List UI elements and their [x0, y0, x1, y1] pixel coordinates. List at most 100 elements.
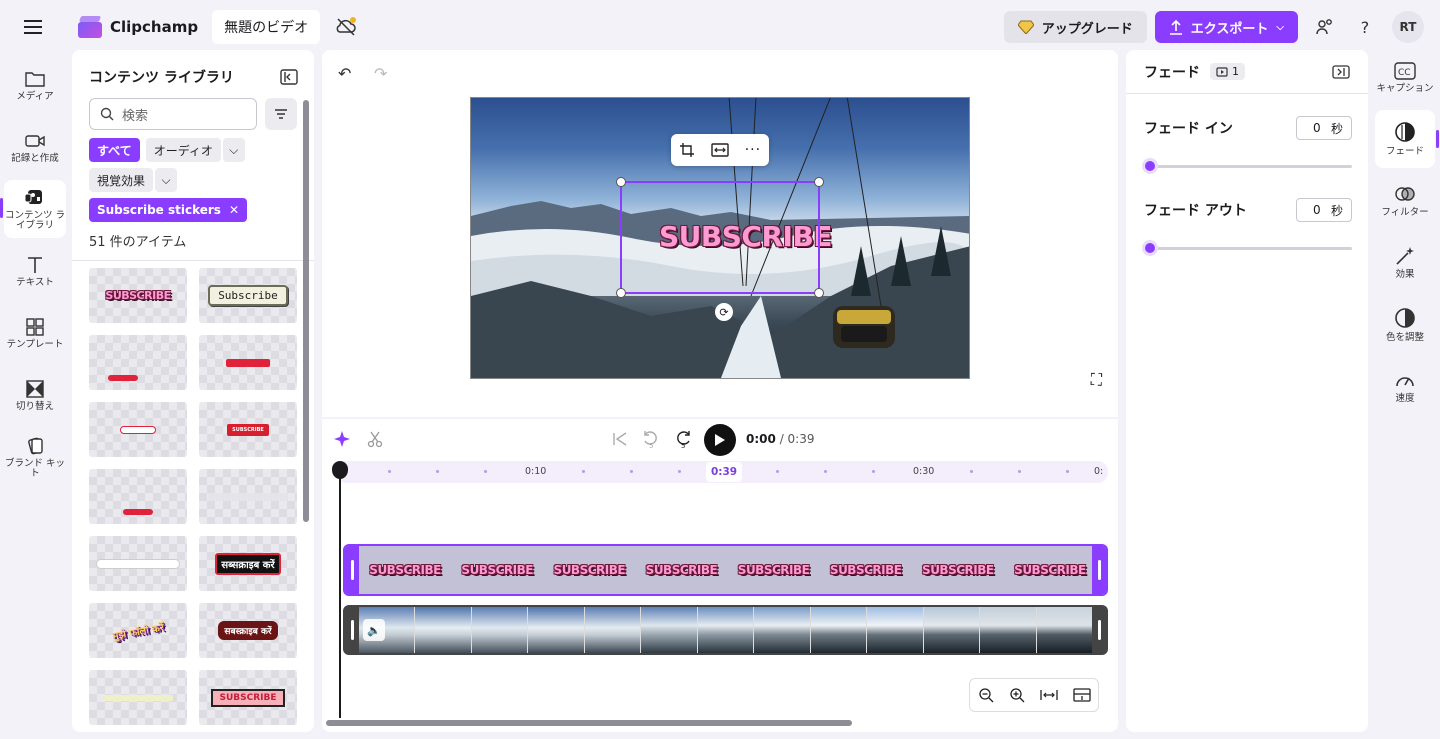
help-icon[interactable]: ? — [1352, 14, 1378, 40]
resize-handle[interactable] — [814, 288, 824, 298]
sticker-thumb[interactable]: SUBSCRIBE — [199, 402, 297, 457]
volume-icon[interactable]: 🔈 — [363, 619, 385, 641]
chip-visual-effects[interactable]: 視覚効果 — [89, 168, 154, 192]
forward-5-icon[interactable]: 5 — [674, 429, 692, 449]
video-frame — [980, 607, 1037, 653]
resize-handle[interactable] — [814, 177, 824, 187]
sticker-thumb[interactable]: SUBSCRIBE — [89, 268, 187, 323]
sticker-thumb[interactable]: सब्सक्राइब करें — [199, 536, 297, 591]
video-track-clip[interactable]: 🔈 — [343, 605, 1108, 655]
rewind-5-icon[interactable]: 5 — [642, 429, 660, 449]
rail-item-speed[interactable]: 速度 — [1375, 358, 1435, 416]
fade-out-input[interactable]: 0 秒 — [1296, 198, 1352, 222]
app-logo[interactable]: Clipchamp — [78, 16, 198, 38]
fit-icon[interactable] — [711, 143, 729, 157]
close-icon[interactable]: ✕ — [229, 203, 239, 217]
play-button[interactable] — [704, 424, 736, 456]
sticker-thumb[interactable] — [199, 469, 297, 524]
tick-dot — [484, 470, 487, 473]
nav-item-templates[interactable]: テンプレート — [4, 304, 66, 362]
timeline-scrollbar[interactable] — [326, 720, 852, 726]
chevron-down-icon[interactable]: ⌵ — [155, 168, 178, 192]
rail-item-effects[interactable]: 効果 — [1375, 234, 1435, 292]
rail-item-color-adjust[interactable]: 色を調整 — [1375, 296, 1435, 354]
sticker-thumb[interactable] — [89, 335, 187, 390]
nav-item-text[interactable]: テキスト — [4, 242, 66, 300]
trim-handle-left[interactable] — [345, 607, 359, 653]
slider-knob[interactable] — [1142, 240, 1158, 256]
undo-icon[interactable]: ↶ — [338, 64, 351, 83]
export-button[interactable]: エクスポート ⌵ — [1154, 11, 1298, 43]
crop-icon[interactable] — [679, 142, 695, 158]
zoom-in-icon[interactable] — [1009, 687, 1025, 703]
sticker-thumb[interactable] — [89, 402, 187, 457]
nav-item-brand-kit[interactable]: ブランド キット — [4, 428, 66, 486]
nav-item-media[interactable]: メディア — [4, 56, 66, 114]
resize-handle[interactable] — [616, 288, 626, 298]
close-panel-icon[interactable] — [1332, 64, 1350, 79]
skip-back-icon[interactable] — [612, 431, 628, 447]
rail-item-filters[interactable]: フィルター — [1375, 172, 1435, 230]
sticker-thumb[interactable] — [89, 469, 187, 524]
share-people-icon[interactable] — [1312, 14, 1338, 40]
collapse-panel-icon[interactable] — [280, 69, 298, 85]
zoom-controls — [969, 678, 1099, 712]
sticker-thumb[interactable]: Subscribe — [199, 268, 297, 323]
split-scissors-icon[interactable] — [366, 430, 384, 448]
sticker-track-clip[interactable]: SUBSCRIBE SUBSCRIBE SUBSCRIBE SUBSCRIBE … — [343, 544, 1108, 596]
trim-handle-right[interactable] — [1092, 607, 1106, 653]
menu-icon[interactable] — [18, 12, 48, 42]
fit-timeline-icon[interactable] — [1039, 688, 1058, 702]
slider-knob[interactable] — [1142, 158, 1158, 174]
project-title[interactable]: 無題のビデオ — [212, 10, 321, 44]
right-rail: CC キャプション フェード フィルター 効果 色を調整 速度 — [1372, 50, 1440, 739]
sticker-thumb[interactable]: मुझे फॉलो करें — [89, 603, 187, 658]
effects-icon — [1396, 247, 1414, 265]
trim-handle-left[interactable] — [345, 546, 359, 594]
playhead-handle[interactable] — [332, 461, 348, 479]
chip-all[interactable]: すべて — [89, 138, 140, 162]
zoom-out-icon[interactable] — [978, 687, 994, 703]
rail-item-captions[interactable]: CC キャプション — [1375, 50, 1435, 106]
rotate-icon[interactable]: ⟳ — [715, 303, 733, 321]
redo-icon[interactable]: ↷ — [374, 64, 387, 83]
upgrade-button[interactable]: アップグレード — [1003, 11, 1147, 43]
sticker-thumb[interactable]: SUBSCRIBE — [199, 670, 297, 725]
ai-sparkle-icon[interactable] — [334, 430, 352, 448]
nav-label: メディア — [16, 90, 54, 102]
tick-dot — [582, 470, 585, 473]
playhead[interactable] — [339, 463, 341, 718]
sticker-thumb[interactable] — [89, 536, 187, 591]
sticker-thumb[interactable] — [199, 335, 297, 390]
chip-audio[interactable]: オーディオ — [145, 138, 221, 162]
filter-button[interactable] — [265, 98, 297, 130]
sticker-thumb[interactable]: सबस्क्राइब करें — [199, 603, 297, 658]
nav-item-content-library[interactable]: コンテンツ ライブラリ — [0, 180, 66, 238]
fade-out-slider[interactable] — [1142, 240, 1352, 256]
trim-handle-right[interactable] — [1092, 546, 1106, 594]
fade-in-input[interactable]: 0 秒 — [1296, 116, 1352, 140]
search-input[interactable]: 検索 — [89, 98, 257, 130]
sticker-thumb[interactable] — [89, 670, 187, 725]
content-library-icon — [24, 189, 42, 204]
fullscreen-icon[interactable]: ⛶ — [1091, 370, 1102, 390]
fade-in-slider[interactable] — [1142, 158, 1352, 174]
video-frame — [810, 607, 868, 653]
nav-item-transitions[interactable]: 切り替え — [4, 366, 66, 424]
library-scrollbar[interactable] — [303, 100, 309, 522]
more-options-icon[interactable]: ··· — [745, 142, 761, 158]
tick-dot — [776, 470, 779, 473]
avatar[interactable]: RT — [1392, 11, 1424, 43]
text-icon — [28, 256, 42, 273]
cloud-sync-off-icon[interactable] — [334, 15, 358, 39]
add-track-icon[interactable] — [1072, 688, 1091, 702]
svg-text:5: 5 — [681, 442, 685, 449]
resize-handle[interactable] — [616, 177, 626, 187]
chevron-down-icon[interactable]: ⌵ — [222, 138, 245, 162]
nav-item-record[interactable]: 記録と作成 — [4, 118, 66, 176]
color-adjust-icon — [1395, 308, 1415, 328]
rail-item-fade[interactable]: フェード — [1375, 110, 1439, 168]
sticker-thumb-label: सबस्क्राइब करें — [218, 621, 278, 640]
video-frame — [584, 607, 642, 653]
chip-active-filter[interactable]: Subscribe stickers ✕ — [89, 198, 247, 222]
